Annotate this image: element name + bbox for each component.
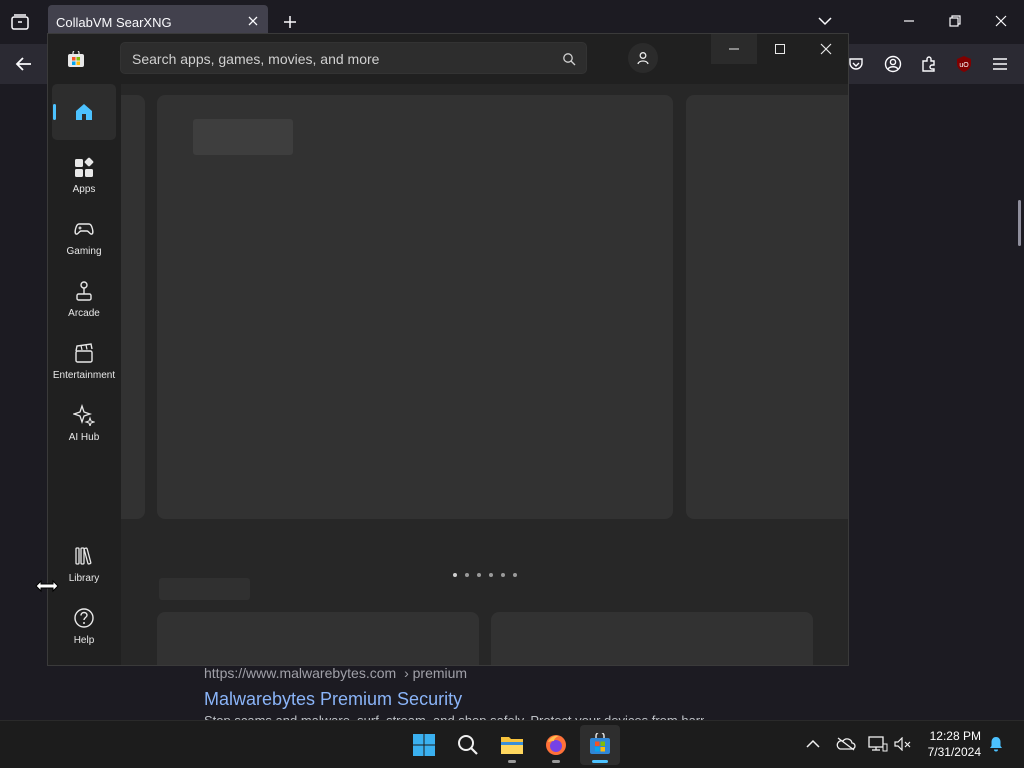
ublock-origin-icon[interactable]: uO — [955, 55, 973, 73]
store-maximize-button[interactable] — [757, 34, 803, 64]
show-hidden-icons-chevron[interactable] — [806, 739, 820, 749]
extensions-icon[interactable] — [920, 55, 938, 73]
store-close-button[interactable] — [803, 34, 848, 64]
network-icon[interactable] — [868, 736, 888, 752]
taskbar-search-button[interactable] — [448, 725, 488, 765]
list-all-tabs-icon[interactable] — [818, 15, 832, 27]
store-search-placeholder: Search apps, games, movies, and more — [132, 51, 380, 67]
tab-list-icon[interactable] — [11, 14, 29, 30]
restore-icon[interactable] — [948, 14, 962, 28]
minimize-icon — [728, 43, 740, 55]
clock-date: 7/31/2024 — [927, 745, 981, 759]
pager-dot[interactable] — [453, 573, 457, 577]
onedrive-offline-icon[interactable] — [836, 737, 856, 751]
close-tab-icon[interactable] — [246, 14, 260, 28]
store-main-content — [121, 84, 848, 665]
start-icon — [413, 734, 435, 756]
running-indicator — [552, 760, 560, 763]
pager-dot[interactable] — [477, 573, 481, 577]
nav-label-library: Library — [68, 573, 100, 584]
hamburger-menu-icon[interactable] — [992, 57, 1008, 71]
home-icon — [73, 101, 95, 123]
store-logo-icon — [68, 51, 84, 67]
hero-card-previous[interactable] — [121, 95, 145, 519]
svg-text:uO: uO — [959, 62, 969, 69]
search-result-title[interactable]: Malwarebytes Premium Security — [204, 689, 462, 710]
search-result-url[interactable]: https://www.malwarebytes.com › premium — [204, 665, 467, 681]
clapperboard-icon — [73, 342, 95, 364]
start-button[interactable] — [404, 725, 444, 765]
nav-item-library[interactable]: Library — [52, 537, 116, 593]
app-tile-placeholder[interactable] — [491, 612, 813, 665]
help-icon — [73, 607, 95, 629]
hero-card-next[interactable] — [686, 95, 848, 519]
nav-label-help: Help — [73, 635, 95, 646]
hero-title-placeholder — [193, 119, 293, 155]
nav-item-arcade[interactable]: Arcade — [52, 272, 116, 328]
nav-item-home[interactable] — [52, 84, 116, 140]
active-indicator — [592, 760, 608, 763]
close-window-icon[interactable] — [994, 14, 1008, 28]
pager-dot[interactable] — [465, 573, 469, 577]
nav-item-apps[interactable]: Apps — [52, 148, 116, 204]
back-arrow-icon[interactable] — [15, 56, 33, 72]
store-account-button[interactable] — [628, 43, 658, 73]
close-icon — [820, 43, 832, 55]
nav-label-entertainment: Entertainment — [52, 370, 116, 381]
gamepad-icon — [73, 218, 95, 240]
store-minimize-button[interactable] — [711, 34, 757, 64]
result-domain: https://www.malwarebytes.com — [204, 665, 397, 681]
notification-bell-icon[interactable] — [988, 736, 1004, 752]
browser-tab-title: CollabVM SearXNG — [56, 15, 172, 30]
pocket-icon[interactable] — [848, 56, 864, 72]
pager-dot[interactable] — [513, 573, 517, 577]
nav-label-apps: Apps — [72, 184, 96, 195]
nav-item-gaming[interactable]: Gaming — [52, 210, 116, 266]
section-title-placeholder — [159, 578, 250, 600]
nav-item-ai-hub[interactable]: AI Hub — [52, 396, 116, 452]
pager-dot[interactable] — [501, 573, 505, 577]
sparkle-icon — [73, 404, 95, 426]
taskbar-file-explorer[interactable] — [492, 725, 532, 765]
library-icon — [73, 545, 95, 567]
result-breadcrumb: › premium — [404, 665, 468, 681]
maximize-icon — [774, 43, 786, 55]
hero-card-current[interactable] — [157, 95, 673, 519]
microsoft-store-icon — [589, 733, 611, 755]
resize-cursor-icon — [35, 579, 59, 593]
nav-label-arcade: Arcade — [68, 308, 100, 319]
store-title-bar: Search apps, games, movies, and more — [48, 34, 848, 84]
nav-label-ai-hub: AI Hub — [68, 432, 100, 443]
search-icon[interactable] — [562, 52, 576, 66]
app-tile-placeholder[interactable] — [157, 612, 479, 665]
apps-icon — [73, 156, 95, 178]
taskbar-microsoft-store[interactable] — [580, 725, 620, 765]
account-icon[interactable] — [884, 55, 902, 73]
firefox-icon — [545, 734, 567, 756]
nav-label-gaming: Gaming — [66, 246, 102, 257]
microsoft-store-window: Search apps, games, movies, and more App… — [47, 33, 849, 666]
volume-muted-icon[interactable] — [894, 737, 912, 751]
joystick-icon — [73, 280, 95, 302]
nav-item-entertainment[interactable]: Entertainment — [52, 334, 116, 390]
taskbar-firefox[interactable] — [536, 725, 576, 765]
running-indicator — [508, 760, 516, 763]
clock-time: 12:28 PM — [929, 729, 981, 743]
pager-dot[interactable] — [489, 573, 493, 577]
search-result-snippet: Stop scams and malware, surf, stream, an… — [204, 713, 704, 720]
page-scrollbar[interactable] — [1018, 200, 1021, 246]
windows-taskbar — [0, 720, 1024, 768]
store-search-box[interactable]: Search apps, games, movies, and more — [120, 42, 587, 74]
nav-item-help[interactable]: Help — [52, 599, 116, 655]
new-tab-icon[interactable] — [282, 14, 298, 30]
person-icon — [636, 51, 650, 65]
minimize-icon[interactable] — [902, 14, 916, 28]
selection-indicator — [53, 104, 56, 120]
file-explorer-icon — [500, 734, 524, 756]
search-icon — [457, 734, 479, 756]
